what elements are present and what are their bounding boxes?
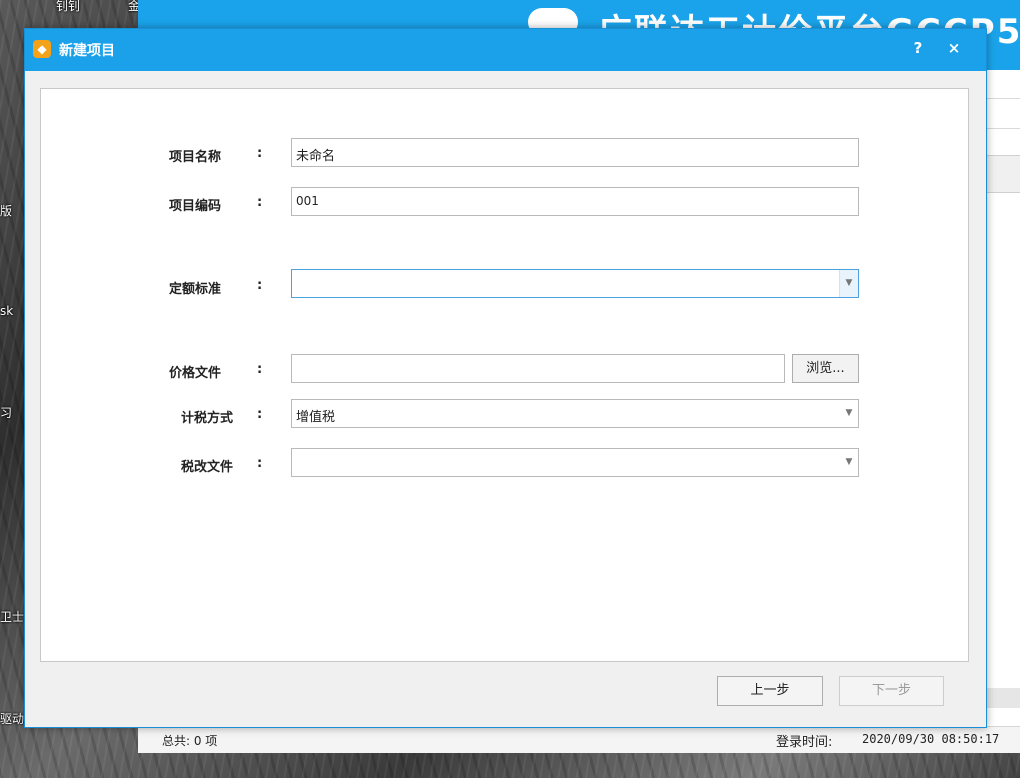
desktop-icon-label[interactable]: 驱动	[0, 710, 24, 727]
scrollbar[interactable]	[985, 688, 1020, 708]
status-bar: 总共: 0 项 登录时间: 2020/09/30 08:50:17	[138, 726, 1020, 753]
chevron-down-icon[interactable]: ▼	[840, 449, 858, 476]
form-panel: 项目名称: 未命名 项目编码: 001 定额标准: ▼ 价格文件: 浏览... …	[40, 88, 969, 662]
total-count: 总共: 0 项	[162, 734, 218, 748]
prev-step-button[interactable]: 上一步	[717, 676, 823, 706]
desktop-icon-label[interactable]: 习	[0, 404, 12, 421]
price-file-input[interactable]	[291, 354, 785, 383]
tax-reform-file-select[interactable]: ▼	[291, 448, 859, 477]
side-panel-tab[interactable]	[985, 155, 1020, 193]
desktop-icon-label[interactable]: sk	[0, 304, 13, 318]
dialog-title: 新建项目	[59, 43, 115, 59]
quota-standard-label: 定额标准:	[169, 278, 263, 297]
next-step-button[interactable]: 下一步	[839, 676, 944, 706]
chevron-down-icon[interactable]: ▼	[839, 270, 858, 297]
tax-reform-file-label: 税改文件:	[181, 456, 263, 475]
tax-method-value: 增值税	[296, 410, 336, 425]
divider	[985, 128, 1020, 129]
tax-method-label: 计税方式:	[181, 407, 263, 426]
close-icon[interactable]: ×	[944, 39, 964, 57]
login-time-value: 2020/09/30 08:50:17	[862, 732, 1000, 746]
browse-button[interactable]: 浏览...	[792, 354, 859, 383]
login-time-label: 登录时间:	[776, 735, 833, 750]
app-logo-icon: ◆	[33, 40, 51, 58]
new-project-dialog: ◆ 新建项目 ? × 项目名称: 未命名 项目编码: 001 定额标准: ▼ 价…	[24, 28, 987, 728]
desktop-icon-label[interactable]: 卫士	[0, 608, 24, 625]
project-code-label: 项目编码:	[169, 195, 263, 214]
help-icon[interactable]: ?	[908, 39, 928, 57]
chevron-down-icon[interactable]: ▼	[840, 400, 858, 427]
project-name-input[interactable]: 未命名	[291, 138, 859, 167]
dialog-titlebar[interactable]: ◆ 新建项目 ? ×	[25, 29, 986, 71]
project-name-label: 项目名称:	[169, 146, 263, 165]
desktop-icon-label[interactable]: 钊钊	[56, 0, 80, 14]
quota-standard-select[interactable]: ▼	[291, 269, 859, 298]
desktop-icon-label[interactable]: 版	[0, 202, 12, 219]
tax-method-select[interactable]: 增值税 ▼	[291, 399, 859, 428]
divider	[985, 98, 1020, 99]
project-code-input[interactable]: 001	[291, 187, 859, 216]
price-file-label: 价格文件:	[169, 362, 263, 381]
